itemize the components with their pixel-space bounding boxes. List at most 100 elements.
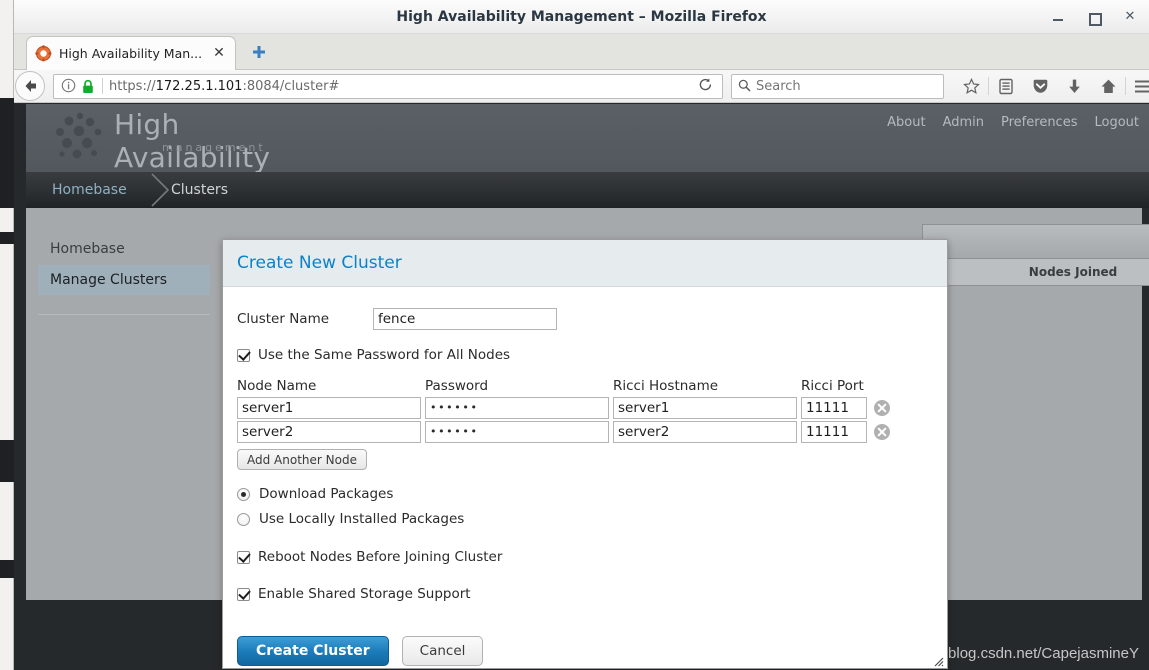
create-cluster-dialog: Create New Cluster Cluster Name Use the … (222, 239, 948, 669)
node-port-input-2[interactable] (801, 421, 867, 443)
shared-storage-checkbox[interactable] (237, 587, 250, 601)
add-another-node-button[interactable]: Add Another Node (237, 449, 367, 470)
same-password-label: Use the Same Password for All Nodes (258, 347, 511, 363)
back-button[interactable] (15, 71, 45, 101)
node-name-input-2[interactable] (237, 421, 421, 443)
dialog-resize-handle[interactable] (931, 652, 944, 667)
clusters-table-toolbar (923, 225, 1149, 258)
maximize-icon[interactable] (1087, 10, 1102, 26)
sidebar: Homebase Manage Clusters (26, 208, 222, 600)
local-packages-label: Use Locally Installed Packages (259, 511, 465, 527)
search-input[interactable]: Search (756, 79, 801, 94)
background-window-dark-3 (0, 440, 14, 482)
node-row: •••••• (237, 421, 933, 443)
node-hostname-input-1[interactable] (613, 397, 797, 419)
column-node-name: Node Name (237, 378, 317, 394)
page-content: High Availability management About Admin… (14, 104, 1149, 670)
topnav-preferences[interactable]: Preferences (1001, 115, 1077, 130)
screenshot-root: High Availability Management – Mozilla F… (0, 0, 1149, 670)
cancel-button[interactable]: Cancel (401, 636, 484, 666)
breadcrumb: Homebase Clusters (26, 172, 1149, 208)
download-packages-radio[interactable] (237, 487, 250, 501)
background-window-dark-4 (0, 560, 14, 578)
firefox-window: High Availability Management – Mozilla F… (14, 0, 1149, 670)
node-password-input-1[interactable]: •••••• (425, 397, 609, 419)
search-bar[interactable]: Search (731, 73, 944, 99)
node-port-input-1[interactable] (801, 397, 867, 419)
remove-node-icon-2[interactable] (873, 423, 891, 441)
cluster-dots-logo-icon (54, 112, 110, 164)
download-packages-label: Download Packages (259, 486, 394, 502)
breadcrumb-clusters[interactable]: Clusters (171, 172, 228, 208)
node-table: Node Name Password Ricci Hostname Ricci … (237, 378, 933, 470)
shared-storage-row[interactable]: Enable Shared Storage Support (237, 586, 933, 602)
sidebar-item-manage-clusters[interactable]: Manage Clusters (38, 265, 210, 295)
cluster-name-row: Cluster Name (237, 305, 933, 333)
lock-icon[interactable] (82, 79, 95, 94)
reload-icon[interactable] (692, 77, 718, 96)
reboot-nodes-row[interactable]: Reboot Nodes Before Joining Cluster (237, 549, 933, 565)
menu-icon[interactable] (1126, 72, 1149, 100)
dialog-body: Cluster Name Use the Same Password for A… (223, 287, 947, 666)
app-logo: High Availability management (44, 106, 294, 174)
tab-close-icon[interactable]: ✕ (211, 45, 227, 62)
bookmark-star-icon[interactable] (954, 72, 988, 100)
tab-bar: High Availability Man... ✕ (14, 34, 1149, 70)
downloads-icon[interactable] (1057, 72, 1091, 100)
node-table-header: Node Name Password Ricci Hostname Ricci … (237, 378, 933, 394)
dialog-actions: Create Cluster Cancel (237, 636, 933, 666)
topnav-about[interactable]: About (887, 115, 925, 130)
app-logo-subtitle: management (162, 141, 266, 154)
top-navigation: About Admin Preferences Logout (887, 115, 1139, 130)
close-icon[interactable]: ✕ (1123, 10, 1137, 24)
column-password: Password (425, 378, 489, 394)
minimize-icon[interactable] (1051, 10, 1065, 24)
browser-tab[interactable]: High Availability Man... ✕ (26, 36, 236, 70)
app-header: High Availability management About Admin… (26, 104, 1149, 174)
same-password-checkbox[interactable] (237, 348, 250, 362)
node-hostname-input-2[interactable] (613, 421, 797, 443)
url-bar[interactable]: https://172.25.1.101:8084/cluster# (53, 73, 723, 99)
local-packages-row[interactable]: Use Locally Installed Packages (237, 511, 933, 527)
dialog-header: Create New Cluster (223, 240, 947, 287)
home-icon[interactable] (1091, 72, 1125, 100)
background-window-dark-1 (0, 98, 14, 208)
same-password-row[interactable]: Use the Same Password for All Nodes (237, 347, 933, 363)
breadcrumb-homebase[interactable]: Homebase (52, 172, 127, 208)
shared-storage-label: Enable Shared Storage Support (258, 586, 471, 602)
dialog-title: Create New Cluster (237, 253, 402, 273)
remove-node-icon-1[interactable] (873, 399, 891, 417)
column-header-nodes-joined: Nodes Joined (923, 258, 1149, 285)
page-info-icon[interactable] (61, 78, 77, 94)
title-bar: High Availability Management – Mozilla F… (14, 0, 1149, 34)
reboot-nodes-label: Reboot Nodes Before Joining Cluster (258, 549, 503, 565)
toolbar-icons (954, 72, 1149, 100)
window-controls: ✕ (1051, 0, 1137, 34)
url-text: https://172.25.1.101:8084/cluster# (109, 78, 340, 94)
search-icon (738, 77, 751, 96)
node-name-input-1[interactable] (237, 397, 421, 419)
library-icon[interactable] (989, 72, 1023, 100)
clusters-table: Nodes Joined (922, 224, 1149, 286)
cluster-name-input[interactable] (373, 308, 557, 330)
local-packages-radio[interactable] (237, 512, 250, 526)
sidebar-divider (38, 314, 210, 315)
column-ricci-hostname: Ricci Hostname (613, 378, 719, 394)
node-row: •••••• (237, 397, 933, 419)
new-tab-button[interactable] (250, 44, 268, 62)
page-favicon-icon (35, 45, 52, 62)
column-ricci-port: Ricci Port (801, 378, 864, 394)
download-packages-row[interactable]: Download Packages (237, 486, 933, 502)
navigation-toolbar: https://172.25.1.101:8084/cluster# Searc… (14, 70, 1149, 103)
cluster-name-label: Cluster Name (237, 311, 330, 327)
reboot-nodes-checkbox[interactable] (237, 550, 250, 564)
pocket-icon[interactable] (1023, 72, 1057, 100)
window-title: High Availability Management – Mozilla F… (396, 9, 767, 25)
background-window-dark-2 (0, 232, 14, 244)
url-separator (102, 78, 103, 94)
node-password-input-2[interactable]: •••••• (425, 421, 609, 443)
sidebar-item-homebase[interactable]: Homebase (38, 234, 210, 264)
create-cluster-button[interactable]: Create Cluster (237, 636, 389, 666)
topnav-admin[interactable]: Admin (943, 115, 984, 130)
topnav-logout[interactable]: Logout (1094, 115, 1139, 130)
